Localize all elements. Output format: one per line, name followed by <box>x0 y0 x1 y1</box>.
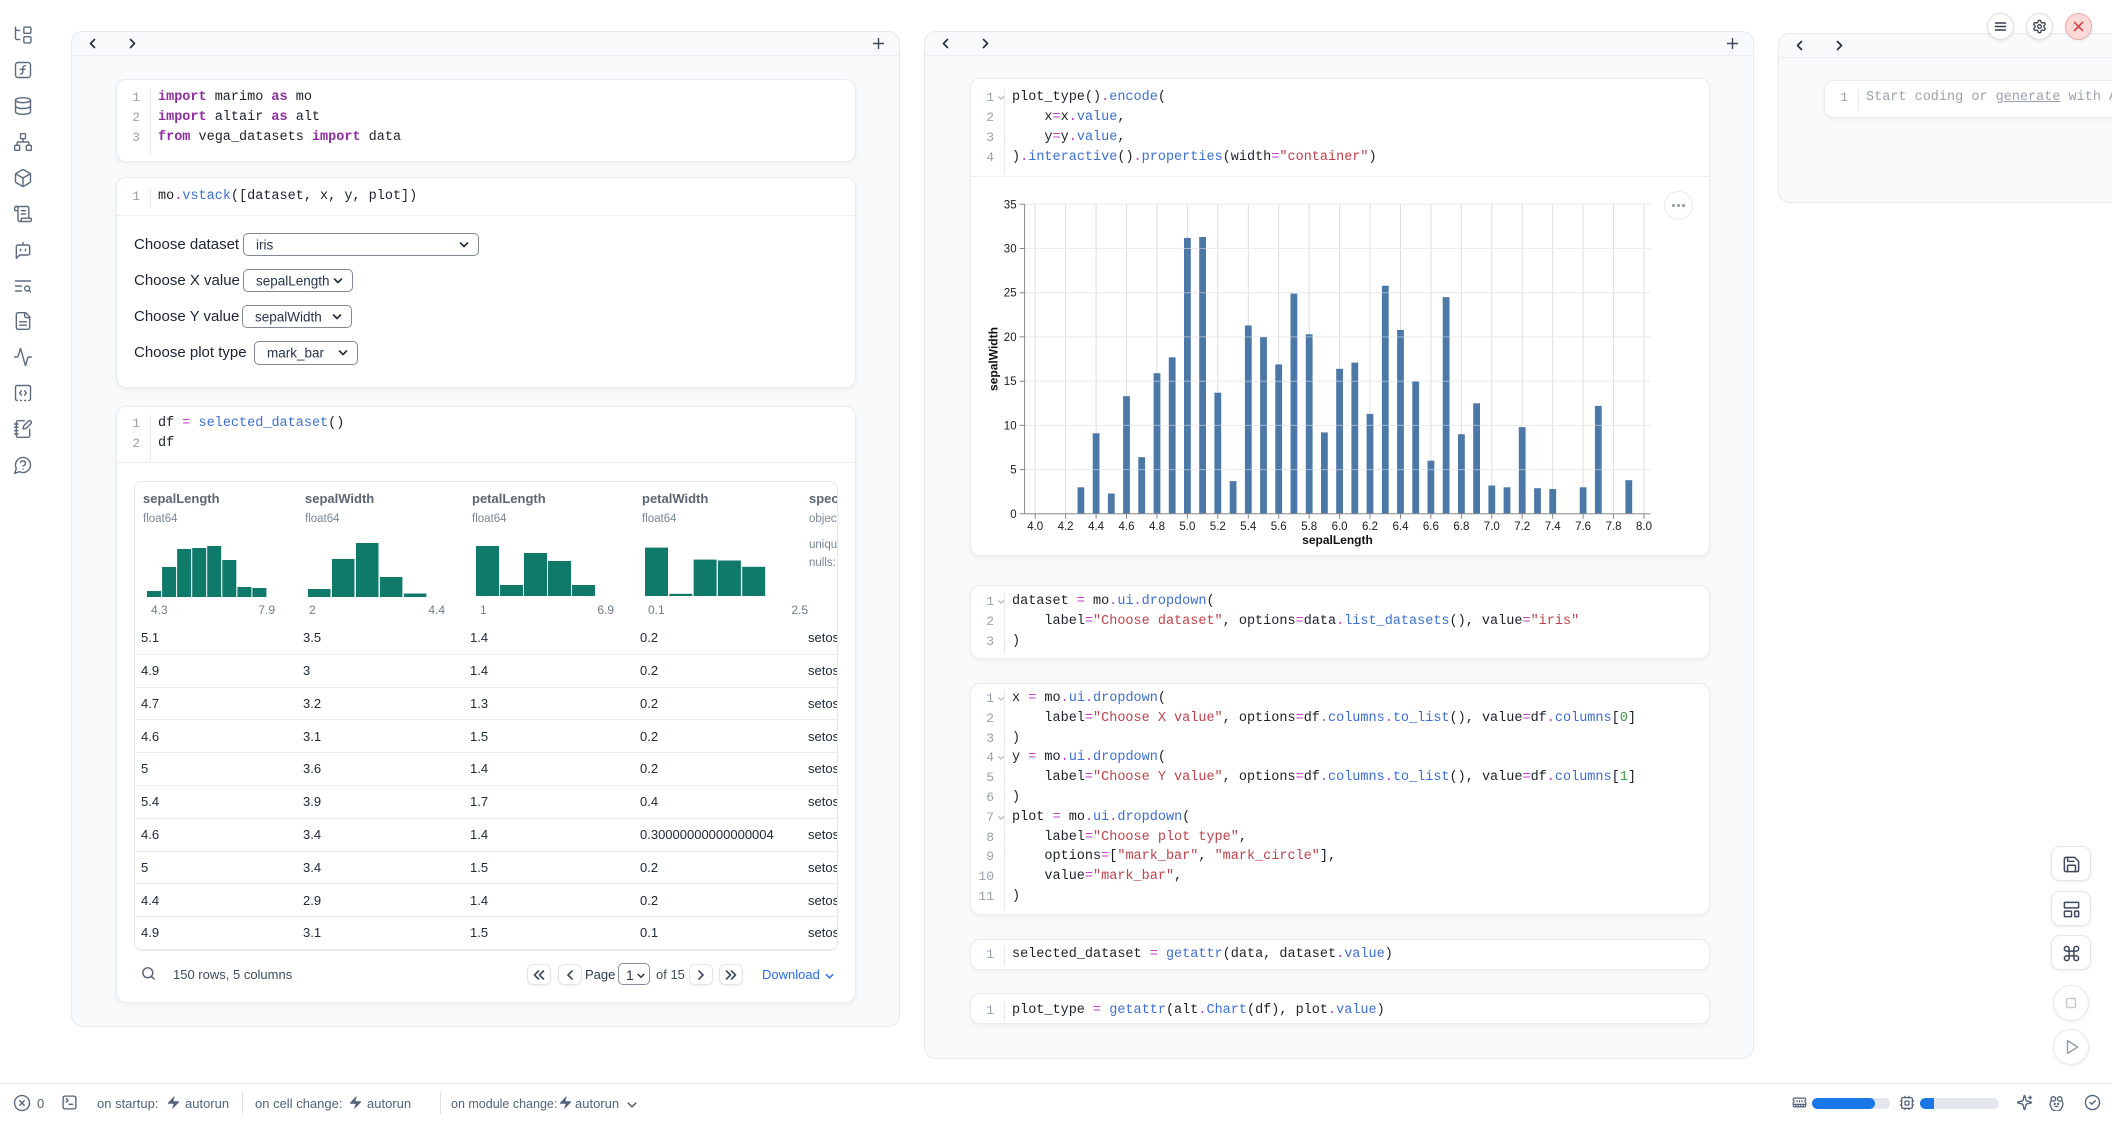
svg-text:4.2: 4.2 <box>1058 521 1074 533</box>
svg-text:0: 0 <box>1010 509 1016 521</box>
svg-text:10: 10 <box>1004 420 1017 432</box>
svg-text:6.0: 6.0 <box>1332 521 1348 533</box>
svg-text:6.2: 6.2 <box>1362 521 1378 533</box>
svg-text:15: 15 <box>1004 376 1017 388</box>
svg-text:6.8: 6.8 <box>1453 521 1469 533</box>
svg-text:35: 35 <box>1004 199 1017 211</box>
svg-text:5.0: 5.0 <box>1179 521 1195 533</box>
svg-text:4.8: 4.8 <box>1149 521 1165 533</box>
svg-text:30: 30 <box>1004 244 1017 256</box>
svg-text:8.0: 8.0 <box>1636 521 1652 533</box>
svg-text:4.4: 4.4 <box>1088 521 1105 533</box>
svg-text:7.2: 7.2 <box>1514 521 1530 533</box>
svg-text:7.8: 7.8 <box>1606 521 1622 533</box>
svg-text:5.6: 5.6 <box>1271 521 1287 533</box>
svg-text:5.8: 5.8 <box>1301 521 1317 533</box>
svg-text:4.0: 4.0 <box>1027 521 1043 533</box>
svg-text:sepalWidth: sepalWidth <box>987 327 1001 391</box>
svg-text:6.6: 6.6 <box>1423 521 1439 533</box>
svg-text:6.4: 6.4 <box>1393 521 1410 533</box>
svg-text:7.6: 7.6 <box>1575 521 1591 533</box>
svg-text:5.2: 5.2 <box>1210 521 1226 533</box>
svg-text:5.4: 5.4 <box>1240 521 1257 533</box>
svg-text:20: 20 <box>1004 332 1017 344</box>
svg-text:5: 5 <box>1010 465 1016 477</box>
svg-text:4.6: 4.6 <box>1119 521 1135 533</box>
svg-text:sepalLength: sepalLength <box>1302 533 1373 547</box>
svg-text:7.4: 7.4 <box>1545 521 1562 533</box>
svg-text:25: 25 <box>1004 288 1017 300</box>
svg-text:7.0: 7.0 <box>1484 521 1500 533</box>
